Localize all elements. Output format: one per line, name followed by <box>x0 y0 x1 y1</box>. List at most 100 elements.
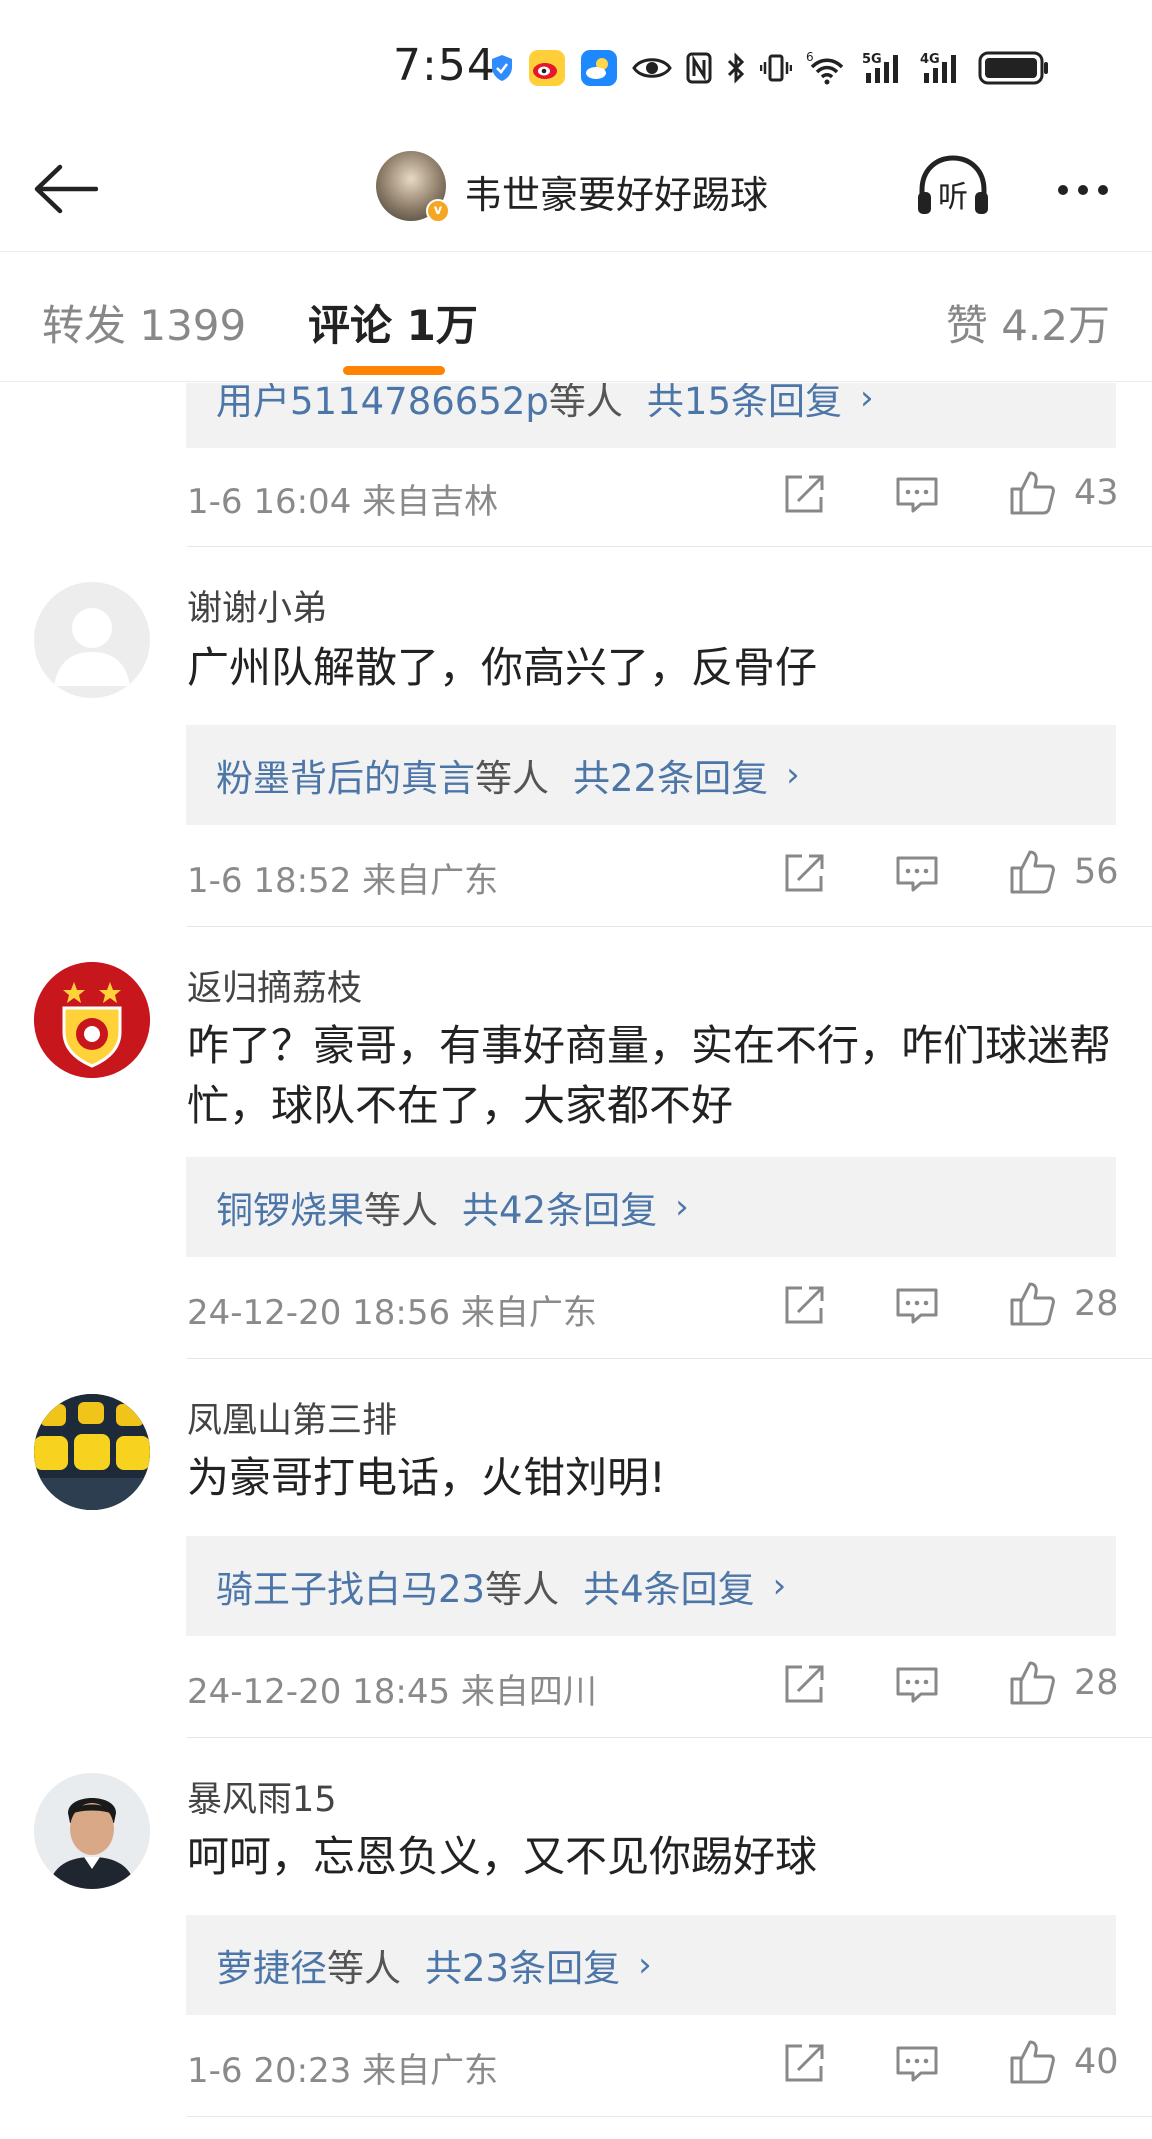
more-options-button[interactable] <box>1048 170 1118 210</box>
replies-preview[interactable]: 骑王子找白马23 等人 共4条回复 › <box>186 1536 1116 1636</box>
reply-button[interactable] <box>895 1665 939 1705</box>
like-count: 40 <box>1074 2042 1119 2082</box>
reply-user-names[interactable]: 用户5114786652p <box>216 383 549 425</box>
like-count: 28 <box>1074 1284 1119 1324</box>
status-icons: 6 5G 4G <box>490 44 1050 92</box>
commenter-avatar[interactable] <box>34 1773 150 1889</box>
shield-check-icon <box>490 54 514 82</box>
more-dot-icon <box>1058 185 1068 195</box>
thumbs-up-icon <box>1010 1282 1055 1326</box>
active-tab-indicator <box>343 366 445 375</box>
tab-reposts[interactable]: 转发 1399 <box>42 292 246 353</box>
commenter-name[interactable]: 谢谢小弟 <box>187 580 327 631</box>
divider <box>187 2116 1152 2117</box>
share-button[interactable] <box>782 852 826 894</box>
reply-total-link[interactable]: 共42条回复 <box>462 1180 657 1234</box>
commenter-name[interactable]: 凤凰山第三排 <box>187 1392 397 1443</box>
weibo-app-icon <box>528 49 566 87</box>
comment-meta: 24-12-20 18:56 来自广东 <box>187 1293 597 1333</box>
commenter-avatar[interactable] <box>34 1394 150 1510</box>
vibrate-icon <box>760 52 792 84</box>
status-bar: 7:54 6 5G 4G <box>0 0 1152 130</box>
reply-total-link[interactable]: 共22条回复 <box>573 748 768 802</box>
wifi-icon: 6 <box>806 51 848 85</box>
share-button[interactable] <box>782 1663 826 1705</box>
replies-preview[interactable]: 粉墨背后的真言 等人 共22条回复 › <box>186 725 1116 825</box>
verified-badge: v <box>426 199 450 223</box>
comment-meta: 1-6 20:23 来自广东 <box>187 2051 499 2091</box>
reply-user-names[interactable]: 骑王子找白马23 <box>216 1559 485 1613</box>
chevron-right-icon: › <box>860 383 874 418</box>
divider <box>187 1358 1152 1359</box>
comment-text: 咋了？豪哥，有事好商量，实在不行，咋们球迷帮忙，球队不在了，大家都不好 <box>187 1021 1112 1130</box>
listen-button[interactable]: 听 <box>914 152 992 224</box>
commenter-avatar[interactable] <box>34 582 150 698</box>
reply-total-link[interactable]: 共23条回复 <box>425 1938 620 1992</box>
comment-list[interactable]: 用户5114786652p 等人 共15条回复 › 1-6 16:04 来自吉林… <box>0 383 1152 2139</box>
status-time: 7:54 <box>393 40 496 91</box>
like-button[interactable]: 43 <box>1008 469 1119 517</box>
tab-comments[interactable]: 评论 1万 <box>308 292 478 353</box>
more-dot-icon <box>1078 185 1088 195</box>
thumbs-up-icon <box>1010 471 1055 515</box>
replies-preview[interactable]: 铜锣烧果 等人 共42条回复 › <box>186 1157 1116 1257</box>
reply-button[interactable] <box>895 2044 939 2084</box>
share-icon <box>785 2044 824 2082</box>
reply-etc-label: 等人 <box>327 1947 401 1990</box>
default-avatar-icon <box>54 608 130 686</box>
share-icon <box>785 1286 824 1324</box>
back-arrow-icon <box>34 164 98 214</box>
like-count: 43 <box>1074 473 1119 513</box>
commenter-name[interactable]: 暴风雨15 <box>187 1771 337 1822</box>
commenter-name[interactable]: 返归摘荔枝 <box>187 960 362 1011</box>
wifi-6-label: 6 <box>806 51 814 64</box>
reply-button[interactable] <box>895 475 939 515</box>
comment-meta: 1-6 18:52 来自广东 <box>187 861 499 901</box>
author-avatar[interactable]: v <box>376 151 450 223</box>
reply-total-link[interactable]: 共15条回复 <box>647 383 842 425</box>
reply-button[interactable] <box>895 854 939 894</box>
share-icon <box>785 1665 824 1703</box>
page-title[interactable]: 韦世豪要好好踢球 <box>464 164 768 219</box>
share-button[interactable] <box>782 473 826 515</box>
back-button[interactable] <box>28 158 102 220</box>
replies-preview[interactable]: 用户5114786652p 等人 共15条回复 › <box>186 383 1116 448</box>
reply-etc-label: 等人 <box>364 1189 438 1232</box>
tab-likes[interactable]: 赞 4.2万 <box>946 292 1110 353</box>
share-icon <box>785 854 824 892</box>
battery-icon <box>978 50 1050 86</box>
reply-user-names[interactable]: 粉墨背后的真言 <box>216 748 475 802</box>
tab-bar: 转发 1399 评论 1万 赞 4.2万 <box>0 252 1152 382</box>
reply-button[interactable] <box>895 1286 939 1326</box>
reply-user-names[interactable]: 萝捷径 <box>216 1938 327 1992</box>
club-crest-icon <box>34 962 150 1078</box>
share-icon <box>785 475 824 513</box>
reply-user-names[interactable]: 铜锣烧果 <box>216 1180 364 1234</box>
like-count: 28 <box>1074 1663 1119 1703</box>
person-photo-icon <box>34 1773 150 1889</box>
like-button[interactable]: 28 <box>1008 1280 1119 1328</box>
comment-icon <box>896 2046 938 2082</box>
comment-text: 为豪哥打电话，火钳刘明! <box>187 1453 666 1502</box>
nav-bar: v 韦世豪要好好踢球 听 <box>0 130 1152 252</box>
replies-preview[interactable]: 萝捷径 等人 共23条回复 › <box>186 1915 1116 2015</box>
thumbs-up-icon <box>1010 850 1055 894</box>
reply-etc-label: 等人 <box>548 383 623 423</box>
share-button[interactable] <box>782 2042 826 2084</box>
like-button[interactable]: 40 <box>1008 2038 1119 2086</box>
signal-4g-icon: 4G <box>920 51 964 85</box>
reply-total-link[interactable]: 共4条回复 <box>583 1559 755 1613</box>
like-button[interactable]: 56 <box>1008 848 1119 896</box>
commenter-avatar[interactable] <box>34 962 150 1078</box>
share-button[interactable] <box>782 1284 826 1326</box>
divider <box>187 546 1152 547</box>
nfc-icon <box>686 52 712 84</box>
more-dot-icon <box>1098 185 1108 195</box>
chevron-right-icon: › <box>772 1566 787 1606</box>
like-count: 56 <box>1074 852 1119 892</box>
comment-meta: 1-6 16:04 来自吉林 <box>187 482 499 522</box>
comment-icon <box>896 477 938 513</box>
like-button[interactable]: 28 <box>1008 1659 1119 1707</box>
comment-text: 呵呵，忘恩负义，又不见你踢好球 <box>187 1832 818 1881</box>
reply-etc-label: 等人 <box>475 757 549 800</box>
